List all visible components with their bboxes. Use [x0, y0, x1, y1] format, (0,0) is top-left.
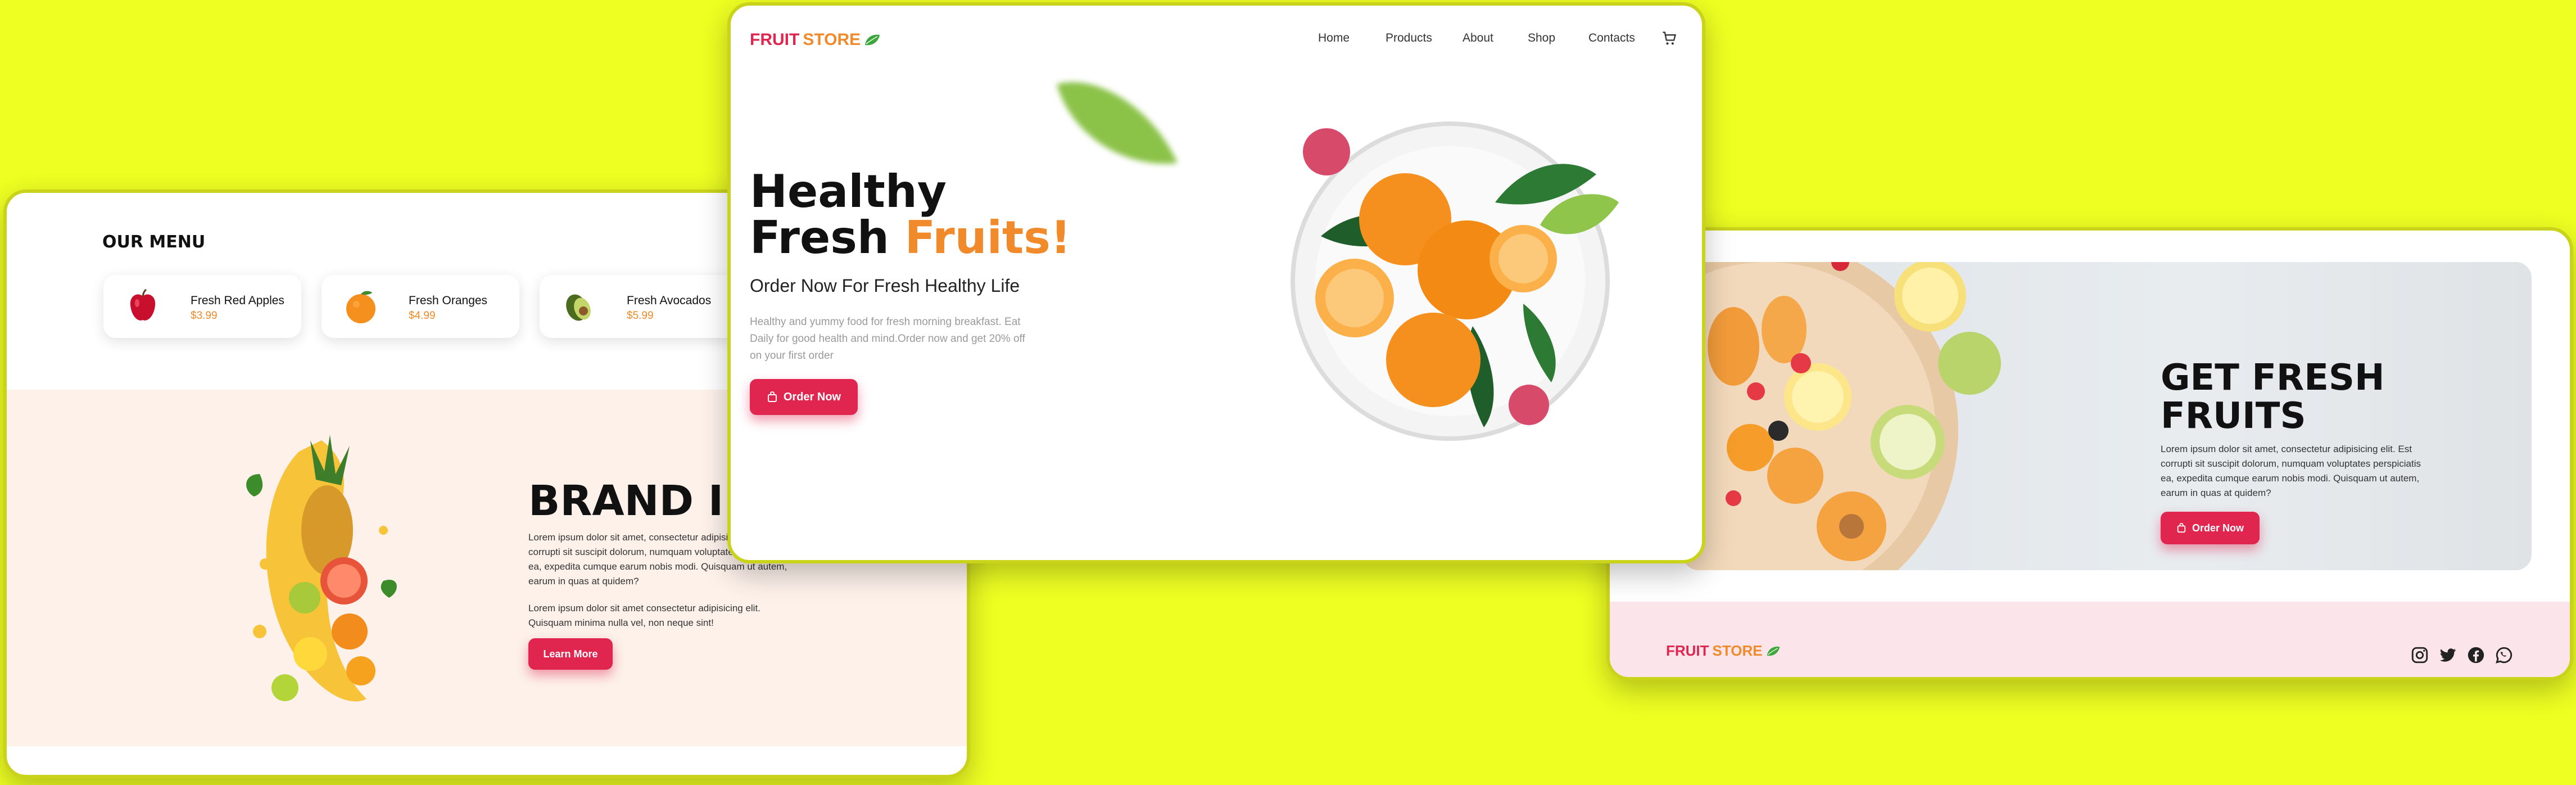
menu-item-avocados[interactable]: Fresh Avocados $5.99	[540, 275, 737, 338]
fruit-splash-image	[246, 435, 397, 702]
nav-shop[interactable]: Shop	[1528, 31, 1555, 45]
promo-text: Lorem ipsum dolor sit amet, consectetur …	[2161, 444, 2421, 498]
fruit-bowl-image	[1683, 262, 2001, 570]
logo-text-store: STORE	[1712, 642, 1763, 659]
apple-icon	[130, 288, 156, 321]
footer-logo[interactable]: FRUIT STORE	[1666, 642, 1781, 660]
instagram-icon[interactable]	[2410, 646, 2429, 665]
learn-more-button[interactable]: Learn More	[528, 638, 613, 670]
menu-item-price: $4.99	[409, 310, 436, 322]
nav-home[interactable]: Home	[1318, 31, 1350, 45]
promo-title: GET FRESH FRUITS	[2161, 359, 2385, 435]
whatsapp-icon[interactable]	[2494, 646, 2514, 665]
hero-title: Healthy Fresh Fruits!	[750, 169, 1071, 261]
site-logo[interactable]: FRUIT STORE	[750, 30, 881, 49]
hero-title-line2: Fresh Fruits!	[750, 215, 1071, 261]
learn-more-label: Learn More	[543, 648, 598, 660]
cart-icon[interactable]	[1662, 30, 1677, 46]
hero-title-fresh: Fresh	[750, 211, 905, 264]
menu-item-name: Fresh Red Apples	[191, 294, 284, 307]
orange-plate-image	[1291, 121, 1619, 441]
promo-title-line1: GET FRESH	[2161, 357, 2385, 399]
hero-title-fruits: Fruits!	[904, 211, 1071, 264]
promo-order-now-button[interactable]: Order Now	[2161, 512, 2260, 544]
brand-info-paragraph: Lorem ipsum dolor sit amet consectetur a…	[528, 603, 760, 628]
menu-item-price: $3.99	[191, 310, 218, 322]
twitter-icon[interactable]	[2438, 646, 2457, 665]
logo-text-store: STORE	[803, 30, 861, 49]
orange-icon	[346, 291, 375, 323]
leaf-icon	[865, 34, 880, 46]
menu-item-name: Fresh Avocados	[627, 294, 712, 307]
promo-title-line2: FRUITS	[2161, 395, 2306, 437]
nav-contacts[interactable]: Contacts	[1588, 31, 1635, 45]
hero-description: Healthy and yummy food for fresh morning…	[750, 316, 1025, 362]
shopping-bag-icon	[2177, 523, 2186, 533]
facebook-icon[interactable]	[2466, 646, 2486, 665]
shopping-bag-icon	[767, 391, 777, 402]
leaf-icon	[1767, 646, 1780, 656]
menu-section-title: OUR MENU	[102, 232, 206, 252]
order-now-label: Order Now	[783, 390, 841, 403]
menu-item-oranges[interactable]: Fresh Oranges $4.99	[322, 275, 519, 338]
promo-banner: GET FRESH FRUITS Lorem ipsum dolor sit a…	[1683, 262, 2532, 570]
site-footer: FRUIT STORE	[1610, 602, 2570, 677]
promo-page-card: GET FRESH FRUITS Lorem ipsum dolor sit a…	[1606, 227, 2573, 680]
hero-page-card: FRUIT STORE Home Products About Shop Con…	[727, 2, 1705, 563]
logo-text-fruit: FRUIT	[1666, 642, 1709, 659]
nav-products[interactable]: Products	[1386, 31, 1432, 45]
menu-item-apples[interactable]: Fresh Red Apples $3.99	[103, 275, 301, 338]
nav-about[interactable]: About	[1463, 31, 1493, 45]
menu-item-price: $5.99	[627, 310, 654, 322]
avocado-icon	[566, 294, 591, 321]
hero-subtitle: Order Now For Fresh Healthy Life	[750, 276, 1020, 296]
floating-leaf-image	[1057, 82, 1178, 164]
order-now-label: Order Now	[2192, 522, 2244, 534]
hero-title-line1: Healthy	[750, 165, 947, 218]
order-now-button[interactable]: Order Now	[750, 379, 858, 415]
logo-text-fruit: FRUIT	[750, 30, 800, 49]
menu-item-name: Fresh Oranges	[409, 294, 488, 307]
